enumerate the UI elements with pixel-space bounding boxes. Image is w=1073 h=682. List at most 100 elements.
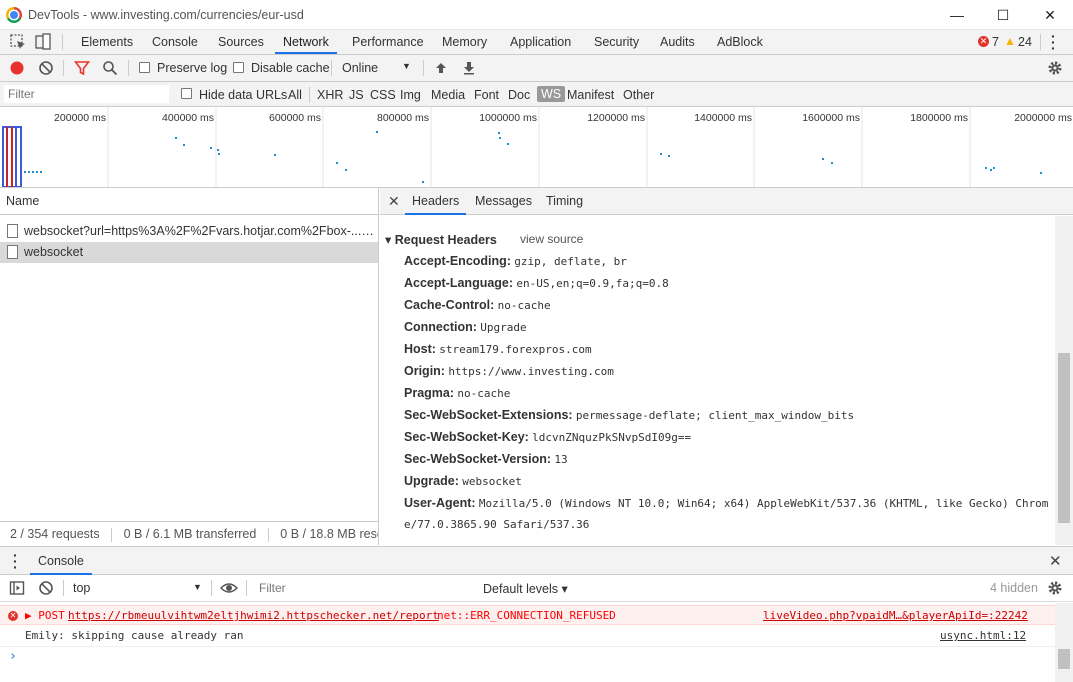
console-scrollbar[interactable] <box>1055 603 1073 682</box>
tab-headers[interactable]: Headers <box>405 188 467 215</box>
drawer-tab-console[interactable]: Console <box>30 547 92 575</box>
filter-type-media[interactable]: Media <box>431 88 465 102</box>
inspect-element-icon[interactable] <box>9 33 27 51</box>
export-har-icon[interactable] <box>461 60 477 76</box>
record-icon[interactable] <box>9 60 25 76</box>
network-filter-bar: Hide data URLs All XHR JS CSS Img Media … <box>0 82 1073 107</box>
details-scrollbar[interactable] <box>1055 216 1073 545</box>
tab-application[interactable]: Application <box>502 30 579 54</box>
timeline-tick-label: 400000 ms <box>162 112 214 124</box>
filter-type-xhr[interactable]: XHR <box>317 88 343 102</box>
error-count[interactable]: 7 <box>992 35 999 49</box>
tab-timing[interactable]: Timing <box>539 188 590 215</box>
timeline-tick-label: 600000 ms <box>269 112 321 124</box>
toolbar-divider <box>63 580 64 596</box>
hide-data-urls-checkbox[interactable] <box>181 88 192 99</box>
tab-performance[interactable]: Performance <box>344 30 432 54</box>
close-drawer-icon[interactable]: ✕ <box>1049 552 1062 570</box>
filter-icon[interactable] <box>74 60 90 76</box>
tab-adblock[interactable]: AdBlock <box>709 30 771 54</box>
tab-elements[interactable]: Elements <box>73 30 141 54</box>
tab-console[interactable]: Console <box>144 30 206 54</box>
gear-icon[interactable] <box>1047 60 1063 76</box>
overview-chart[interactable]: 200000 ms 400000 ms 600000 ms 800000 ms 1000… <box>0 107 1073 188</box>
header-key: Accept-Encoding: <box>404 254 511 268</box>
throttling-select[interactable]: Online <box>342 61 378 75</box>
console-settings-icon[interactable] <box>1047 580 1063 596</box>
context-select[interactable]: top <box>73 581 90 595</box>
drawer-menu-icon[interactable]: · · · <box>13 548 18 574</box>
error-source-link[interactable]: liveVideo.php?vpaidM…&playerApiId=:22242 <box>763 606 1028 626</box>
request-name: websocket <box>24 245 84 259</box>
header-value: ldcvnZNquzPkSNvpSdI09g== <box>532 431 692 444</box>
network-overview-timeline[interactable]: 200000 ms 400000 ms 600000 ms 800000 ms 1000… <box>0 107 1073 188</box>
import-har-icon[interactable] <box>433 60 449 76</box>
header-value: Mozilla/5.0 (Windows NT 10.0; Win64; x64… <box>478 497 1049 510</box>
filter-type-img[interactable]: Img <box>400 88 421 102</box>
maximize-button[interactable]: ☐ <box>980 0 1026 30</box>
disable-cache-label[interactable]: Disable cache <box>251 61 330 75</box>
console-filter-input[interactable] <box>255 579 473 597</box>
header-value: https://www.investing.com <box>448 365 614 378</box>
name-column-header[interactable]: Name <box>0 188 378 215</box>
timeline-request-mark <box>28 171 30 173</box>
preserve-log-checkbox[interactable] <box>139 62 150 73</box>
console-log-message[interactable]: Emily: skipping cause already ran usync.… <box>0 626 1055 646</box>
request-row[interactable]: websocket?url=https%3A%2F%2Fvars.hotjar.… <box>0 221 378 242</box>
filter-type-ws[interactable]: WS <box>537 86 566 102</box>
console-error-message[interactable]: ✕ ▶ POST https://rbmeuulvihtwm2eltjhwimi… <box>0 605 1055 625</box>
preserve-log-label[interactable]: Preserve log <box>157 61 227 75</box>
tab-messages[interactable]: Messages <box>468 188 539 215</box>
chevron-down-icon[interactable]: ▼ <box>193 582 202 592</box>
request-headers-section-toggle[interactable]: ▾ Request Headers <box>385 232 497 247</box>
filter-type-font[interactable]: Font <box>474 88 499 102</box>
timeline-request-mark <box>40 171 42 173</box>
timeline-request-mark <box>822 158 824 160</box>
expand-arrow-post[interactable]: ▶ POST <box>25 606 65 626</box>
eye-icon[interactable] <box>220 580 238 596</box>
tab-audits[interactable]: Audits <box>652 30 703 54</box>
device-toolbar-icon[interactable] <box>34 33 52 51</box>
scrollbar-thumb[interactable] <box>1058 353 1070 523</box>
tab-memory[interactable]: Memory <box>434 30 495 54</box>
drawer-tabbar: · · · Console ✕ <box>0 547 1073 575</box>
request-row-selected[interactable]: websocket <box>0 242 378 263</box>
filter-type-doc[interactable]: Doc <box>508 88 530 102</box>
chevron-down-icon[interactable]: ▼ <box>402 61 411 71</box>
header-key: Sec-WebSocket-Version: <box>404 452 552 466</box>
tab-network[interactable]: Network <box>275 30 337 54</box>
network-toolbar: Preserve log Disable cache Online ▼ <box>0 55 1073 82</box>
error-request-url[interactable]: https://rbmeuulvihtwm2eltjhwimi2.httpsch… <box>68 606 439 626</box>
log-levels-select[interactable]: Default levels ▾ <box>483 581 568 596</box>
header-row: Sec-WebSocket-Extensions: permessage-def… <box>404 408 854 422</box>
close-window-button[interactable]: ✕ <box>1027 0 1073 30</box>
error-count-icon[interactable]: ✕ <box>978 36 989 47</box>
tab-sources[interactable]: Sources <box>210 30 272 54</box>
log-source-link[interactable]: usync.html:12 <box>940 626 1026 646</box>
disable-cache-checkbox[interactable] <box>233 62 244 73</box>
tab-security[interactable]: Security <box>586 30 647 54</box>
view-source-link[interactable]: view source <box>520 232 583 246</box>
scrollbar-thumb[interactable] <box>1058 649 1070 669</box>
filter-input[interactable] <box>4 85 169 103</box>
kebab-menu-icon[interactable]: · · · <box>1051 29 1056 55</box>
warning-count-icon[interactable]: ▲ <box>1004 34 1016 48</box>
header-value: gzip, deflate, br <box>514 255 627 268</box>
filter-type-js[interactable]: JS <box>349 88 364 102</box>
search-icon[interactable] <box>102 60 118 76</box>
sidebar-toggle-icon[interactable] <box>9 580 25 596</box>
clear-console-icon[interactable] <box>38 580 54 596</box>
clear-icon[interactable] <box>38 60 54 76</box>
console-prompt[interactable]: › <box>0 646 1055 666</box>
hide-data-urls-label[interactable]: Hide data URLs <box>199 88 287 102</box>
close-details-icon[interactable]: ✕ <box>388 193 400 210</box>
header-row: Host: stream179.forexpros.com <box>404 342 592 356</box>
filter-type-manifest[interactable]: Manifest <box>567 88 614 102</box>
header-key: Upgrade: <box>404 474 459 488</box>
filter-type-other[interactable]: Other <box>623 88 654 102</box>
filter-type-all[interactable]: All <box>288 88 302 102</box>
overview-selection[interactable] <box>2 126 22 188</box>
filter-type-css[interactable]: CSS <box>370 88 396 102</box>
warning-count[interactable]: 24 <box>1018 35 1032 49</box>
minimize-button[interactable]: — <box>934 0 980 30</box>
